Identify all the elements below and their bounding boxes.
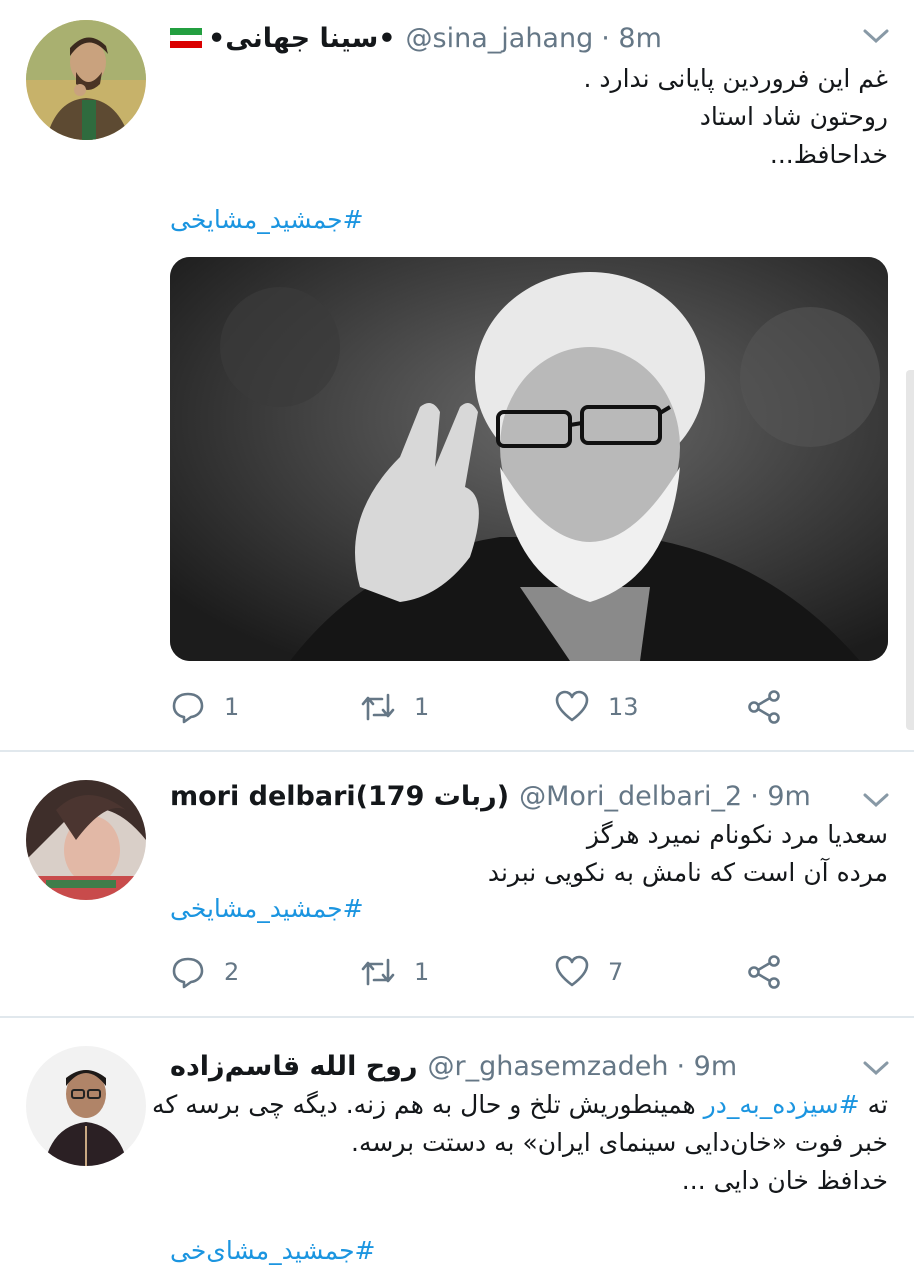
user-handle[interactable]: @r_ghasemzadeh: [428, 1051, 669, 1082]
reply-button[interactable]: 1: [170, 685, 239, 729]
chevron-down-icon[interactable]: [862, 26, 890, 46]
tweet-line: مرده آن است که نامش به نکویی نبرند: [487, 858, 888, 887]
share-icon: [748, 690, 780, 724]
tweet-photo[interactable]: [170, 257, 888, 661]
tweet-text: ته #سیزده_به_در همینطوریش تلخ و حال به ه…: [152, 1086, 888, 1200]
display-name[interactable]: •سینا جهانی•: [208, 23, 396, 54]
tweet-line: روحتون شاد استاد: [699, 102, 888, 131]
display-name[interactable]: روح الله قاسم‌زاده: [170, 1051, 418, 1082]
tweet-line: خدافظ خان دایی ...: [681, 1166, 888, 1195]
timestamp[interactable]: · 9m: [750, 781, 811, 812]
like-icon: [555, 955, 589, 987]
reply-icon: [172, 692, 204, 724]
iran-flag-icon: [170, 28, 202, 48]
retweet-count: 1: [414, 958, 430, 986]
like-button[interactable]: 7: [554, 950, 623, 994]
tweet-header: mori delbari(179 ربات) @Mori_delbari_2 ·…: [170, 776, 811, 816]
reply-icon: [172, 957, 204, 989]
timestamp[interactable]: · 8m: [601, 23, 662, 54]
like-button[interactable]: 13: [554, 685, 639, 729]
retweet-button[interactable]: 1: [360, 685, 429, 729]
reply-count: 2: [224, 958, 240, 986]
chevron-down-icon[interactable]: [862, 790, 890, 810]
tweet-1[interactable]: •سینا جهانی• @sina_jahang · 8m غم این فر…: [0, 0, 914, 750]
reply-count: 1: [224, 693, 240, 721]
tweet-line: خبر فوت «خان‌دایی سینمای ایران» به دستت …: [351, 1128, 888, 1157]
reply-button[interactable]: 2: [170, 950, 239, 994]
chevron-down-icon[interactable]: [862, 1058, 890, 1078]
tweet-2[interactable]: mori delbari(179 ربات) @Mori_delbari_2 ·…: [0, 752, 914, 1016]
tweet-line: خداحافظ...: [769, 140, 888, 169]
like-icon: [555, 690, 589, 722]
tweet-header: •سینا جهانی• @sina_jahang · 8m: [170, 18, 662, 58]
text-prefix: ته: [859, 1090, 888, 1119]
hashtag-link[interactable]: #جمشید_مشای‌خی: [170, 1236, 376, 1265]
share-button[interactable]: [746, 950, 782, 994]
avatar[interactable]: [26, 20, 146, 140]
tweet-line: سعدیا مرد نکونام نمیرد هرگز: [586, 820, 888, 849]
tweet-actions: 1 1 13: [170, 685, 790, 729]
retweet-count: 1: [414, 693, 430, 721]
like-count: 7: [608, 958, 624, 986]
like-count: 13: [608, 693, 639, 721]
timestamp[interactable]: · 9m: [676, 1051, 737, 1082]
avatar[interactable]: [26, 1046, 146, 1166]
tweet-header: روح الله قاسم‌زاده @r_ghasemzadeh · 9m: [170, 1046, 737, 1086]
user-handle[interactable]: @Mori_delbari_2: [519, 781, 742, 812]
tweet-line: ته #سیزده_به_در همینطوریش تلخ و حال به ه…: [152, 1086, 888, 1124]
hashtag-link[interactable]: #جمشید_مشایخی: [170, 205, 364, 234]
tweet-text: سعدیا مرد نکونام نمیرد هرگز مرده آن است …: [488, 816, 888, 892]
hashtag-link[interactable]: #سیزده_به_در: [704, 1090, 860, 1119]
text-rest: همینطوریش تلخ و حال به هم زنه. دیگه چی ب…: [151, 1090, 704, 1119]
share-icon: [748, 955, 780, 989]
user-handle[interactable]: @sina_jahang: [406, 23, 594, 54]
scrollbar[interactable]: [906, 370, 914, 730]
display-name[interactable]: mori delbari(179 ربات): [170, 781, 509, 812]
tweet-3[interactable]: روح الله قاسم‌زاده @r_ghasemzadeh · 9m ت…: [0, 1018, 914, 1280]
retweet-icon: [361, 958, 395, 986]
tweet-text: غم این فروردین پایانی ندارد . روحتون شاد…: [583, 60, 888, 174]
share-button[interactable]: [746, 685, 782, 729]
avatar[interactable]: [26, 780, 146, 900]
tweet-actions: 2 1 7: [170, 950, 790, 994]
retweet-button[interactable]: 1: [360, 950, 429, 994]
retweet-icon: [361, 693, 395, 721]
hashtag-link[interactable]: #جمشید_مشایخی: [170, 894, 364, 923]
tweet-line: غم این فروردین پایانی ندارد .: [583, 64, 888, 93]
